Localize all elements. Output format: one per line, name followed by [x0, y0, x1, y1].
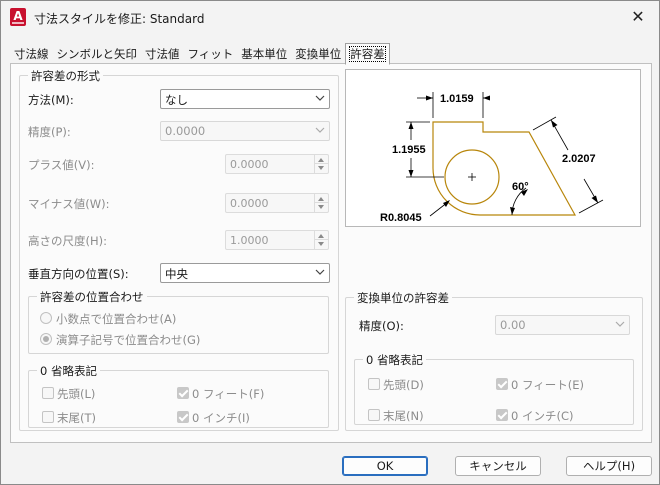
- spin-buttons[interactable]: [314, 194, 328, 212]
- trailing-zero-label: 末尾(T): [57, 411, 96, 425]
- leading-zero-checkbox[interactable]: [42, 387, 54, 399]
- height-scale-label: 高さの尺度(H):: [28, 234, 107, 248]
- spin-up-icon: [318, 158, 324, 162]
- alt-zero-feet-checkbox[interactable]: [496, 378, 508, 390]
- chevron-down-icon: [615, 321, 625, 327]
- alt-zero-feet-label: 0 フィート(E): [511, 378, 584, 392]
- precision-label: 精度(P):: [28, 125, 71, 139]
- upper-value-stepper[interactable]: 0.0000: [225, 154, 329, 174]
- spin-down-icon: [318, 205, 324, 209]
- spin-buttons[interactable]: [314, 231, 328, 249]
- window-title: 寸法スタイルを修正: Standard: [34, 12, 205, 26]
- spin-down-icon: [318, 242, 324, 246]
- tab-alternate-units[interactable]: 変換単位: [291, 44, 345, 64]
- spin-up-icon: [318, 197, 324, 201]
- close-button[interactable]: ✕: [625, 5, 651, 29]
- part-outline: [432, 121, 577, 216]
- tab-symbols-arrows[interactable]: シンボルと矢印: [53, 44, 142, 64]
- dim-top-label: 1.0159: [440, 93, 474, 105]
- trailing-zero-checkbox[interactable]: [42, 411, 54, 423]
- spin-buttons[interactable]: [314, 155, 328, 173]
- spin-down-icon: [318, 166, 324, 170]
- tab-text[interactable]: 寸法値: [141, 44, 184, 64]
- dim-radius-label: R0.8045: [380, 212, 422, 224]
- dim-angle-label: 60°: [512, 181, 529, 193]
- alt-zero-inches-checkbox[interactable]: [496, 409, 508, 421]
- alt-leading-zero-checkbox[interactable]: [368, 378, 380, 390]
- lower-value-stepper[interactable]: 0.0000: [225, 193, 329, 213]
- method-label: 方法(M):: [28, 93, 74, 107]
- alt-precision-label: 精度(O):: [359, 319, 404, 333]
- upper-value-label: プラス値(V):: [28, 158, 95, 172]
- tolerance-format-title: 許容差の形式: [28, 68, 103, 84]
- vertical-position-value: 中央: [165, 267, 188, 281]
- zero-feet-label: 0 フィート(F): [192, 387, 265, 401]
- alt-unit-tolerance-title: 変換単位の許容差: [354, 290, 452, 306]
- help-button[interactable]: ヘルプ(H): [566, 456, 652, 476]
- dim-left-label: 1.1955: [392, 144, 426, 156]
- height-scale-stepper[interactable]: 1.0000: [225, 230, 329, 250]
- dimension-style-dialog: A 寸法スタイルを修正: Standard ✕ 寸法線 シンボルと矢印 寸法値 …: [0, 0, 660, 485]
- tab-strip: 寸法線 シンボルと矢印 寸法値 フィット 基本単位 変換単位 許容差: [10, 43, 390, 65]
- cancel-button[interactable]: キャンセル: [455, 456, 541, 476]
- tab-tolerances[interactable]: 許容差: [345, 43, 390, 65]
- chevron-down-icon: [315, 127, 325, 133]
- alt-leading-zero-label: 先頭(D): [383, 378, 424, 392]
- height-scale-value: 1.0000: [230, 234, 269, 247]
- tab-primary-units[interactable]: 基本単位: [237, 44, 291, 64]
- alt-trailing-zero-checkbox[interactable]: [368, 409, 380, 421]
- tolerance-alignment-title: 許容差の位置合わせ: [37, 289, 147, 305]
- zero-inches-label: 0 インチ(I): [192, 411, 250, 425]
- align-operator-label: 演算子記号で位置合わせ(G): [56, 333, 201, 347]
- align-decimal-radio[interactable]: [40, 312, 52, 324]
- lower-value: 0.0000: [230, 197, 269, 210]
- dimension-preview: 1.0159 1.1955 2.0207 60° R0.8045: [345, 69, 641, 227]
- chevron-down-icon: [315, 95, 325, 101]
- align-decimal-label: 小数点で位置合わせ(A): [56, 312, 177, 326]
- method-value: なし: [165, 93, 188, 107]
- vertical-position-select[interactable]: 中央: [160, 263, 330, 283]
- autocad-app-icon: A: [10, 8, 26, 26]
- lower-value-label: マイナス値(W):: [28, 197, 110, 211]
- upper-value: 0.0000: [230, 158, 269, 171]
- tab-dimension-lines[interactable]: 寸法線: [10, 44, 53, 64]
- alt-zero-inches-label: 0 インチ(C): [511, 409, 574, 423]
- ok-button[interactable]: OK: [342, 456, 428, 476]
- precision-value: 0.0000: [165, 124, 206, 138]
- leading-zero-label: 先頭(L): [57, 387, 96, 401]
- spin-up-icon: [318, 234, 324, 238]
- tab-fit[interactable]: フィット: [184, 44, 238, 64]
- zero-suppression-title: 0 省略表記: [37, 363, 100, 379]
- zero-inches-checkbox[interactable]: [177, 411, 189, 423]
- alt-precision-select[interactable]: 0.00: [495, 315, 630, 335]
- vertical-position-label: 垂直方向の位置(S):: [28, 267, 129, 281]
- dim-right-label: 2.0207: [562, 153, 596, 165]
- alt-trailing-zero-label: 末尾(N): [383, 409, 424, 423]
- precision-select[interactable]: 0.0000: [160, 121, 330, 141]
- align-operator-radio[interactable]: [40, 333, 52, 345]
- alt-zero-suppression-title: 0 省略表記: [363, 352, 426, 368]
- alt-precision-value: 0.00: [500, 318, 526, 332]
- zero-feet-checkbox[interactable]: [177, 387, 189, 399]
- preview-drawing: 1.0159 1.1955 2.0207 60° R0.8045: [380, 92, 604, 224]
- title-bar: A 寸法スタイルを修正: Standard ✕: [1, 1, 659, 33]
- chevron-down-icon: [315, 269, 325, 275]
- method-select[interactable]: なし: [160, 89, 330, 109]
